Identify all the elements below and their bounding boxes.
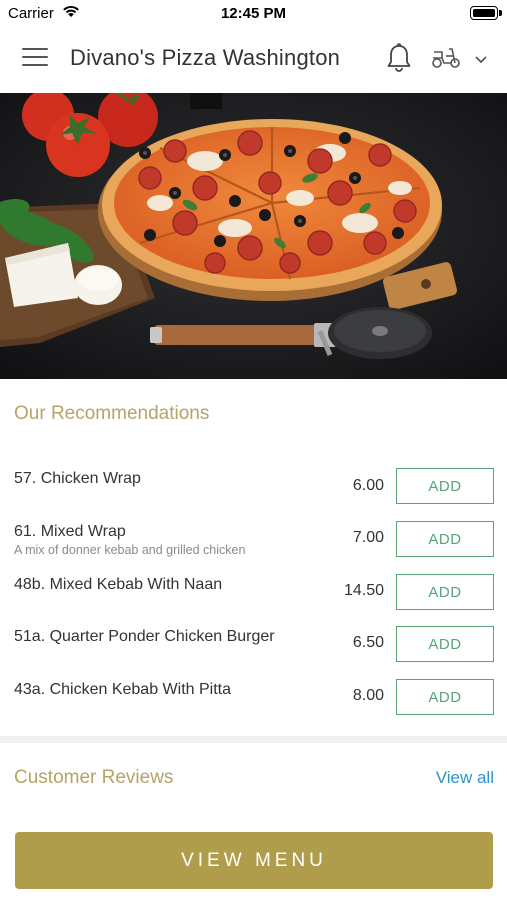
section-divider: [0, 736, 507, 743]
scooter-icon: [430, 44, 462, 75]
add-button[interactable]: ADD: [396, 521, 494, 557]
menu-icon[interactable]: [22, 48, 48, 68]
list-item: 48b. Mixed Kebab With Naan 14.50 ADD: [0, 574, 507, 626]
item-description: A mix of donner kebab and grilled chicke…: [14, 543, 246, 557]
list-item: 51a. Quarter Ponder Chicken Burger 6.50 …: [0, 626, 507, 678]
add-button[interactable]: ADD: [396, 468, 494, 504]
item-name: 57. Chicken Wrap: [14, 470, 141, 487]
list-item: 61. Mixed Wrap A mix of donner kebab and…: [0, 521, 507, 573]
add-button[interactable]: ADD: [396, 626, 494, 662]
recommendations-title: Our Recommendations: [14, 403, 210, 424]
list-item: 43a. Chicken Kebab With Pitta 8.00 ADD: [0, 679, 507, 731]
item-name: 48b. Mixed Kebab With Naan: [14, 576, 223, 593]
list-item: 57. Chicken Wrap 6.00 ADD: [0, 468, 507, 520]
view-menu-button[interactable]: VIEW MENU: [15, 832, 493, 889]
battery-icon: [470, 6, 502, 20]
item-price: 7.00: [352, 529, 384, 546]
view-all-link[interactable]: View all: [436, 768, 494, 788]
add-button[interactable]: ADD: [396, 574, 494, 610]
item-price: 8.00: [352, 687, 384, 704]
item-price: 6.00: [352, 477, 384, 494]
status-time: 12:45 PM: [220, 5, 287, 22]
item-name: 43a. Chicken Kebab With Pitta: [14, 681, 232, 698]
chevron-down-icon: [474, 52, 488, 70]
delivery-mode-selector[interactable]: [430, 44, 492, 74]
reviews-title: Customer Reviews: [14, 767, 174, 788]
add-button[interactable]: ADD: [396, 679, 494, 715]
app-header: Divano's Pizza Washington: [0, 26, 507, 93]
item-price: 14.50: [343, 582, 384, 599]
item-name: 51a. Quarter Ponder Chicken Burger: [14, 628, 275, 645]
page-title: Divano's Pizza Washington: [70, 45, 341, 70]
hero-pizza-image: [0, 93, 507, 379]
bell-icon[interactable]: [384, 42, 414, 74]
item-price: 6.50: [352, 634, 384, 651]
item-name: 61. Mixed Wrap: [14, 523, 126, 540]
status-bar: Carrier 12:45 PM: [0, 0, 507, 26]
